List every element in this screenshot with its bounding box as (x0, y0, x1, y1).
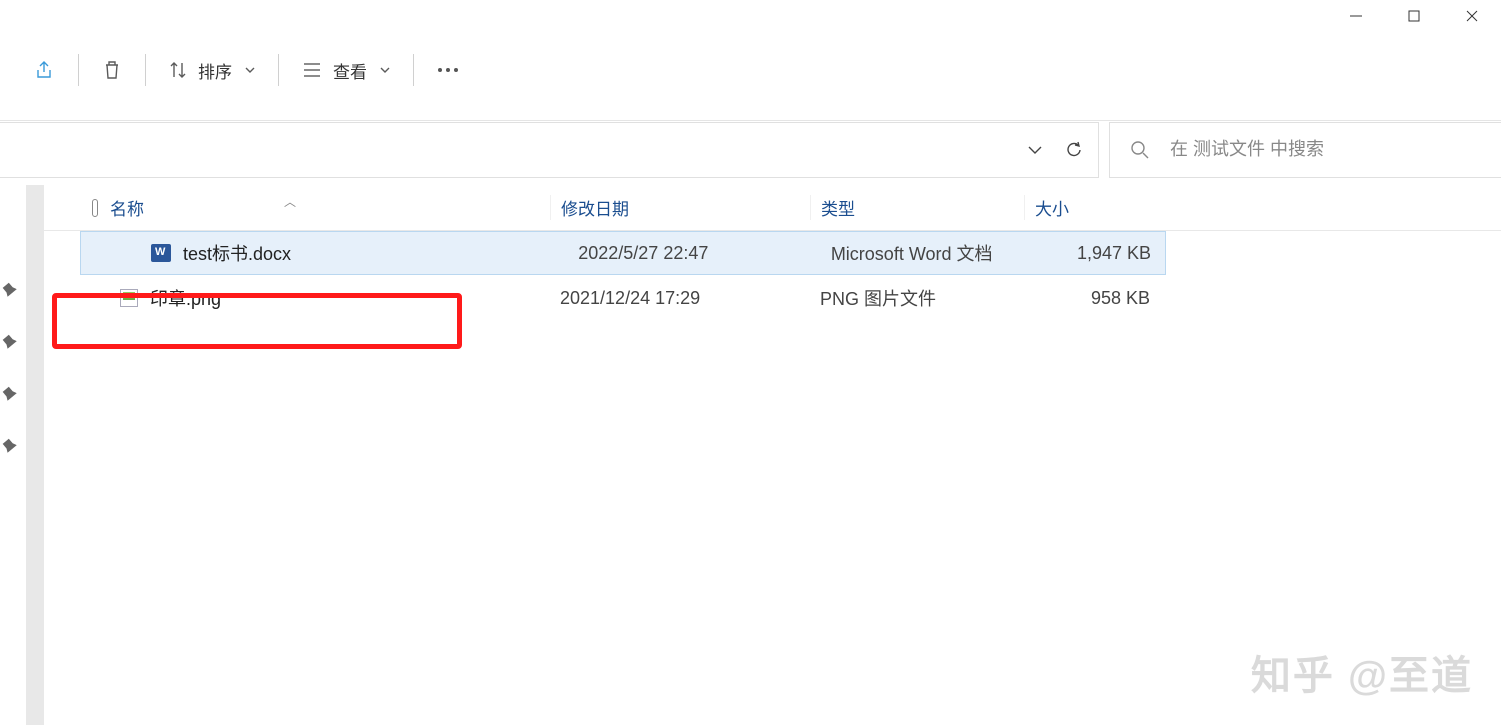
close-button[interactable] (1443, 0, 1501, 32)
pin-icon[interactable] (2, 281, 20, 299)
column-modified-label: 修改日期 (561, 200, 629, 219)
toolbar-separator (413, 54, 414, 86)
file-modified-cell: 2021/12/24 17:29 (550, 288, 810, 309)
ellipsis-icon (436, 65, 460, 75)
column-type-label: 类型 (821, 200, 855, 219)
share-button[interactable] (20, 46, 70, 94)
share-icon (34, 59, 56, 81)
sidebar-divider (26, 185, 44, 725)
watermark-text: 知乎 @至道 (1251, 643, 1473, 701)
file-size-cell: 958 KB (1024, 288, 1164, 309)
minimize-button[interactable] (1327, 0, 1385, 32)
file-name-cell[interactable]: 印章.png (98, 285, 550, 311)
file-row[interactable]: test标书.docx 2022/5/27 22:47 Microsoft Wo… (80, 231, 1166, 275)
search-input[interactable] (1170, 139, 1501, 160)
view-label: 查看 (333, 58, 367, 83)
maximize-button[interactable] (1385, 0, 1443, 32)
file-row[interactable]: 印章.png 2021/12/24 17:29 PNG 图片文件 958 KB (44, 275, 1501, 321)
delete-button[interactable] (87, 46, 137, 94)
chevron-down-icon (244, 64, 256, 76)
window-controls (1327, 0, 1501, 32)
file-type-cell: Microsoft Word 文档 (821, 240, 1029, 266)
file-modified-cell: 2022/5/27 22:47 (568, 243, 821, 264)
column-size-label: 大小 (1035, 200, 1069, 219)
pin-icon[interactable] (2, 385, 20, 403)
word-document-icon (151, 244, 171, 262)
select-all-checkbox[interactable] (44, 199, 98, 217)
maximize-icon (1407, 9, 1421, 23)
more-button[interactable] (422, 46, 474, 94)
file-name: test标书.docx (183, 240, 291, 266)
trash-icon (101, 59, 123, 81)
sort-button[interactable]: 排序 (154, 46, 270, 94)
column-header-size[interactable]: 大小 (1024, 195, 1164, 220)
column-name-label: 名称 (110, 200, 144, 219)
toolbar-separator (78, 54, 79, 86)
toolbar-separator (145, 54, 146, 86)
sort-icon (168, 60, 188, 80)
column-headers: 名称 ︿ 修改日期 类型 大小 (44, 185, 1501, 231)
search-box[interactable] (1109, 122, 1501, 178)
chevron-down-icon (379, 64, 391, 76)
toolbar-separator (278, 54, 279, 86)
sort-ascending-icon: ︿ (284, 193, 296, 210)
refresh-icon[interactable] (1064, 140, 1084, 160)
address-bar[interactable] (0, 122, 1099, 178)
file-name: 印章.png (150, 285, 221, 311)
toolbar: 排序 查看 (0, 38, 1501, 102)
sort-label: 排序 (198, 58, 232, 83)
file-size-cell: 1,947 KB (1029, 243, 1165, 264)
view-list-icon (301, 60, 323, 80)
column-header-type[interactable]: 类型 (810, 195, 1024, 220)
pin-icon[interactable] (2, 333, 20, 351)
minimize-icon (1349, 9, 1363, 23)
file-type-cell: PNG 图片文件 (810, 285, 1024, 311)
column-header-name[interactable]: 名称 ︿ (98, 195, 550, 220)
pin-icon[interactable] (2, 437, 20, 455)
column-header-modified[interactable]: 修改日期 (550, 195, 810, 220)
view-button[interactable]: 查看 (287, 46, 405, 94)
chevron-down-icon[interactable] (1026, 141, 1044, 159)
search-icon (1130, 140, 1150, 160)
address-search-row (0, 120, 1501, 178)
sidebar (0, 185, 28, 725)
image-file-icon (120, 289, 138, 307)
close-icon (1465, 9, 1479, 23)
file-name-cell[interactable]: test标书.docx (129, 240, 568, 266)
